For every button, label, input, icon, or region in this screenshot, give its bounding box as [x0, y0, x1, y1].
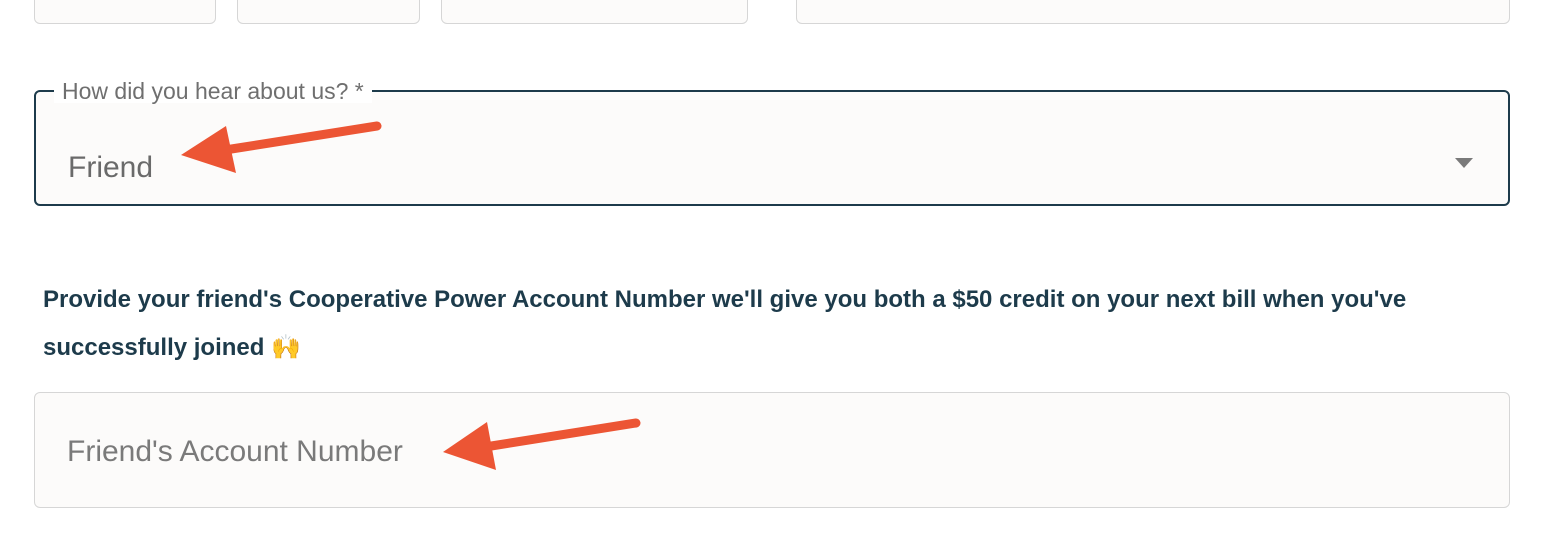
referral-prompt: Provide your friend's Cooperative Power … [43, 276, 1483, 372]
friend-account-field[interactable] [34, 392, 1510, 508]
friend-account-number-input[interactable] [65, 425, 1469, 479]
raising-hands-icon: 🙌 [271, 334, 301, 361]
caret-down-icon [1455, 158, 1473, 168]
dropdown-button[interactable] [1444, 143, 1484, 183]
top-field-3[interactable] [441, 0, 748, 24]
hear-about-us-selected-value: Friend [68, 151, 154, 184]
referral-prompt-text: Provide your friend's Cooperative Power … [43, 286, 1407, 361]
top-field-4[interactable] [796, 0, 1510, 24]
top-field-2[interactable] [237, 0, 420, 24]
hear-about-us-select[interactable]: How did you hear about us? * Friend [34, 79, 1510, 206]
top-field-1[interactable] [34, 0, 216, 24]
hear-about-us-label: How did you hear about us? * [54, 79, 372, 103]
